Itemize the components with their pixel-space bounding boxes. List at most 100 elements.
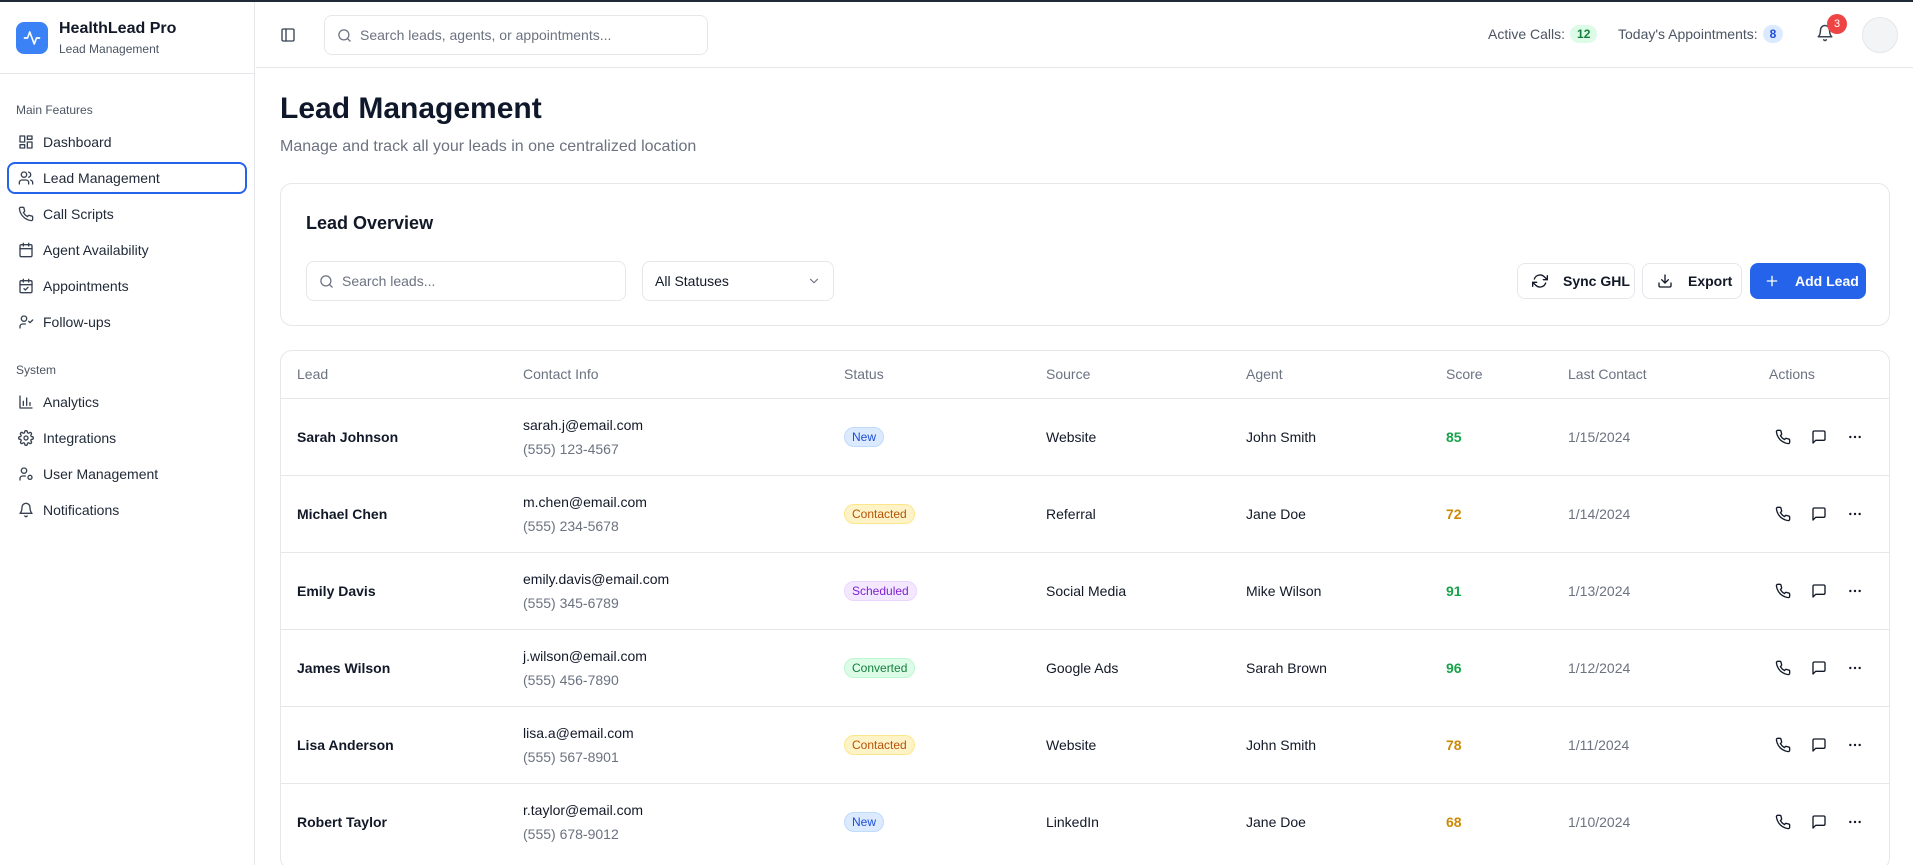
column-header-lead[interactable]: Lead (297, 366, 328, 382)
call-phone-icon[interactable] (1773, 812, 1793, 832)
column-header-actions: Actions (1769, 366, 1815, 382)
sidebar-item-integrations[interactable]: Integrations (7, 422, 247, 454)
phone-icon (18, 206, 34, 222)
gear-icon (18, 430, 34, 446)
lead-phone: (555) 345-6789 (523, 595, 619, 611)
lead-last-contact: 1/10/2024 (1568, 814, 1631, 830)
table-row[interactable]: James Wilson j.wilson@email.com (555) 45… (281, 630, 1889, 707)
sidebar-item-label: Follow-ups (43, 314, 111, 330)
call-phone-icon[interactable] (1773, 735, 1793, 755)
table-row[interactable]: Robert Taylor r.taylor@email.com (555) 6… (281, 784, 1889, 861)
table-row[interactable]: Michael Chen m.chen@email.com (555) 234-… (281, 476, 1889, 553)
call-phone-icon[interactable] (1773, 658, 1793, 678)
sidebar-item-label: Notifications (43, 502, 120, 518)
sidebar-item-user-management[interactable]: User Management (7, 458, 247, 490)
message-icon[interactable] (1809, 504, 1829, 524)
sidebar-item-call-scripts[interactable]: Call Scripts (7, 198, 247, 230)
lead-email: j.wilson@email.com (523, 648, 647, 664)
dashboard-icon (19, 135, 33, 149)
status-filter-select[interactable]: All Statuses (642, 261, 834, 301)
table-header-row: Lead Contact Info Status Source Agent Sc… (281, 351, 1889, 399)
sidebar-item-label: Call Scripts (43, 206, 114, 222)
lead-phone: (555) 123-4567 (523, 441, 619, 457)
lead-name[interactable]: Lisa Anderson (297, 737, 394, 753)
sidebar: HealthLead Pro Lead Management Main Feat… (0, 2, 255, 865)
message-icon[interactable] (1809, 735, 1829, 755)
column-header-last-contact[interactable]: Last Contact (1568, 366, 1647, 382)
more-options-icon[interactable] (1845, 658, 1865, 678)
status-badge: Converted (844, 658, 916, 678)
lead-search-input[interactable] (342, 273, 612, 289)
call-phone-icon[interactable] (1773, 427, 1793, 447)
message-icon[interactable] (1809, 812, 1829, 832)
more-options-icon[interactable] (1845, 504, 1865, 524)
app-subtitle: Lead Management (59, 41, 160, 56)
sidebar-item-appointments[interactable]: Appointments (7, 270, 247, 302)
column-header-agent[interactable]: Agent (1246, 366, 1283, 382)
column-header-status[interactable]: Status (844, 366, 884, 382)
lead-last-contact: 1/11/2024 (1568, 737, 1630, 753)
message-icon[interactable] (1809, 658, 1829, 678)
column-header-score[interactable]: Score (1446, 366, 1483, 382)
lead-agent: Jane Doe (1246, 814, 1306, 830)
activity-logo-icon (16, 21, 48, 54)
sidebar-toggle-icon[interactable] (278, 25, 298, 45)
lead-email: emily.davis@email.com (523, 571, 670, 587)
sidebar-item-label: Integrations (43, 430, 117, 446)
refresh-icon (1532, 274, 1548, 288)
global-search-input[interactable] (360, 27, 690, 43)
lead-name[interactable]: James Wilson (297, 660, 390, 676)
add-lead-label: Add Lead (1795, 273, 1859, 289)
lead-source: Google Ads (1046, 660, 1119, 676)
lead-name[interactable]: Sarah Johnson (297, 429, 398, 445)
export-button[interactable]: Export (1642, 263, 1742, 299)
status-badge: New (844, 812, 885, 832)
lead-agent: Jane Doe (1246, 506, 1306, 522)
search-icon (320, 274, 333, 288)
more-options-icon[interactable] (1845, 427, 1865, 447)
lead-name[interactable]: Robert Taylor (297, 814, 387, 830)
lead-source: Website (1046, 737, 1097, 753)
calendar-icon (19, 242, 33, 258)
lead-name[interactable]: Michael Chen (297, 506, 387, 522)
sidebar-item-analytics[interactable]: Analytics (7, 386, 247, 418)
sync-ghl-button[interactable]: Sync GHL (1517, 263, 1635, 299)
sidebar-item-agent-availability[interactable]: Agent Availability (7, 234, 247, 266)
status-badge: New (844, 427, 885, 447)
lead-phone: (555) 567-8901 (523, 749, 619, 765)
table-row[interactable]: Emily Davis emily.davis@email.com (555) … (281, 553, 1889, 630)
add-lead-button[interactable]: Add Lead (1750, 263, 1866, 299)
lead-source: LinkedIn (1046, 814, 1099, 830)
table-row[interactable]: Lisa Anderson lisa.a@email.com (555) 567… (281, 707, 1889, 784)
user-avatar[interactable] (1862, 17, 1898, 53)
global-search[interactable] (324, 15, 708, 55)
more-options-icon[interactable] (1845, 735, 1865, 755)
sidebar-item-label: Appointments (43, 278, 129, 294)
sync-ghl-label: Sync GHL (1563, 273, 1630, 289)
lead-phone: (555) 234-5678 (523, 518, 619, 534)
lead-last-contact: 1/12/2024 (1568, 660, 1631, 676)
table-row[interactable]: Sarah Johnson sarah.j@email.com (555) 12… (281, 399, 1889, 476)
active-calls-label: Active Calls: (1488, 26, 1566, 42)
notification-count-badge: 3 (1827, 14, 1847, 34)
more-options-icon[interactable] (1845, 812, 1865, 832)
active-calls-badge: 12 (1570, 25, 1598, 43)
lead-search[interactable] (306, 261, 626, 301)
message-icon[interactable] (1809, 581, 1829, 601)
lead-name[interactable]: Emily Davis (297, 583, 376, 599)
sidebar-item-follow-ups[interactable]: Follow-ups (7, 306, 247, 338)
sidebar-item-dashboard[interactable]: Dashboard (7, 126, 247, 158)
column-header-contact-info[interactable]: Contact Info (523, 366, 599, 382)
lead-last-contact: 1/15/2024 (1568, 429, 1631, 445)
lead-score: 72 (1446, 506, 1462, 522)
call-phone-icon[interactable] (1773, 504, 1793, 524)
call-phone-icon[interactable] (1773, 581, 1793, 601)
download-icon (1658, 274, 1672, 288)
column-header-source[interactable]: Source (1046, 366, 1090, 382)
brand[interactable]: HealthLead Pro Lead Management (0, 2, 254, 74)
sidebar-item-notifications[interactable]: Notifications (7, 494, 247, 526)
more-options-icon[interactable] (1845, 581, 1865, 601)
message-icon[interactable] (1809, 427, 1829, 447)
sidebar-item-label: Lead Management (43, 170, 160, 186)
sidebar-item-lead-management[interactable]: Lead Management (7, 162, 247, 194)
